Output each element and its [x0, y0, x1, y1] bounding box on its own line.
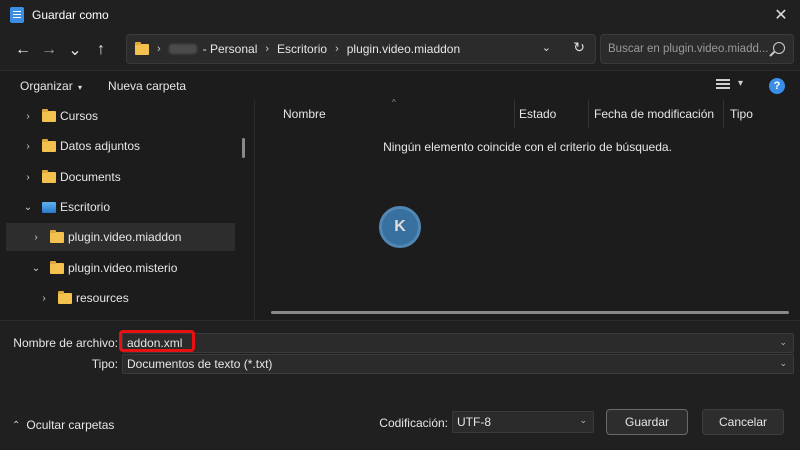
column-header-tipo[interactable]: Tipo	[724, 100, 800, 128]
save-button[interactable]: Guardar	[606, 409, 688, 435]
help-icon[interactable]: ?	[769, 78, 785, 94]
sidebar-item-escritorio[interactable]: ⌄ Escritorio	[20, 193, 110, 221]
hide-folders-label: Ocultar carpetas	[26, 418, 115, 432]
folder-icon	[42, 169, 56, 183]
folder-icon	[42, 138, 56, 152]
address-bar[interactable]: › - Personal › Escritorio › plugin.video…	[126, 34, 596, 64]
organize-label: Organizar	[20, 78, 73, 93]
breadcrumb-separator: ›	[157, 43, 161, 55]
view-options-icon[interactable]	[716, 79, 730, 91]
title-bar: Guardar como ✕	[0, 0, 800, 30]
chevron-down-icon[interactable]: ⌄	[779, 358, 787, 369]
type-label: Tipo:	[91, 357, 118, 371]
breadcrumb-escritorio[interactable]: Escritorio	[277, 42, 327, 56]
folder-icon	[50, 260, 64, 274]
chevron-down-icon[interactable]: ⌄	[579, 415, 587, 426]
watermark-letter: K	[394, 218, 406, 235]
sidebar-item-resources[interactable]: › resources	[36, 284, 129, 312]
forward-arrow-icon[interactable]: →	[36, 37, 62, 63]
folder-icon	[42, 108, 56, 122]
chevron-right-icon[interactable]: ›	[20, 172, 36, 183]
column-header-estado[interactable]: Estado	[513, 100, 589, 128]
encoding-label: Codificación:	[379, 416, 448, 430]
sidebar-scrollbar[interactable]	[242, 138, 245, 158]
search-icon[interactable]	[773, 42, 785, 54]
search-placeholder: Buscar en plugin.video.miadd...	[608, 43, 769, 55]
organize-button[interactable]: Organizar ▾	[14, 79, 88, 93]
recent-locations-icon[interactable]: ⌄	[62, 37, 88, 63]
type-value: Documentos de texto (*.txt)	[127, 357, 273, 371]
chevron-right-icon[interactable]: ›	[20, 111, 36, 122]
sidebar-item-label: plugin.video.miaddon	[68, 230, 182, 244]
window-title: Guardar como	[32, 8, 109, 22]
file-list: ^ Nombre Estado Fecha de modificación Ti…	[255, 98, 800, 320]
encoding-select[interactable]: UTF-8 ⌄	[452, 411, 594, 433]
breadcrumb-personal[interactable]: - Personal	[203, 42, 258, 56]
type-select[interactable]: Documentos de texto (*.txt) ⌄	[122, 354, 794, 374]
chevron-right-icon[interactable]: ›	[36, 293, 52, 304]
filename-input[interactable]: addon.xml ⌄	[122, 333, 794, 353]
navigation-pane: › Cursos › Datos adjuntos › Documents ⌄ …	[0, 100, 250, 320]
chevron-right-icon[interactable]: ›	[20, 141, 36, 152]
filename-label: Nombre de archivo:	[13, 336, 118, 350]
sidebar-item-cursos[interactable]: › Cursos	[20, 102, 98, 130]
horizontal-scrollbar[interactable]	[271, 311, 789, 314]
sidebar-item-label: Cursos	[60, 109, 99, 123]
sidebar-item-label: Datos adjuntos	[60, 139, 141, 153]
back-arrow-icon[interactable]: ←	[10, 37, 36, 63]
caret-down-icon: ▾	[78, 82, 83, 92]
sidebar-item-documents[interactable]: › Documents	[20, 163, 121, 191]
sidebar-item-label: resources	[76, 291, 129, 305]
sidebar-item-datos-adjuntos[interactable]: › Datos adjuntos	[20, 132, 140, 160]
new-folder-button[interactable]: Nueva carpeta	[102, 79, 192, 93]
search-input[interactable]: Buscar en plugin.video.miadd...	[600, 34, 794, 64]
sidebar-item-label: Documents	[60, 170, 121, 184]
caret-down-icon[interactable]: ▾	[738, 78, 743, 89]
sidebar-item-miaddon[interactable]: › plugin.video.miaddon	[6, 223, 235, 251]
chevron-down-icon[interactable]: ⌄	[20, 202, 36, 213]
watermark-logo: K	[379, 206, 421, 248]
chevron-down-icon[interactable]: ⌄	[779, 337, 787, 348]
folder-icon	[50, 229, 64, 243]
chevron-down-icon[interactable]: ⌄	[28, 263, 44, 274]
cancel-button[interactable]: Cancelar	[702, 409, 784, 435]
breadcrumb-miaddon[interactable]: plugin.video.miaddon	[347, 42, 460, 56]
sidebar-item-label: plugin.video.misterio	[68, 261, 178, 275]
chevron-down-icon[interactable]: ⌄	[542, 41, 551, 54]
column-header-fecha[interactable]: Fecha de modificación	[588, 100, 724, 128]
navigation-bar: ← → ⌄ ↑ › - Personal › Escritorio › plug…	[0, 30, 800, 70]
empty-message: Ningún elemento coincide con el criterio…	[383, 140, 672, 154]
redacted-username	[168, 44, 197, 54]
hide-folders-button[interactable]: ⌃ Ocultar carpetas	[12, 418, 114, 432]
filename-highlight-box	[119, 330, 195, 352]
up-arrow-icon[interactable]: ↑	[88, 37, 114, 63]
chevron-up-icon: ⌃	[12, 419, 21, 431]
breadcrumb-separator: ›	[265, 43, 270, 55]
notepad-icon	[10, 7, 24, 23]
chevron-right-icon[interactable]: ›	[28, 232, 44, 243]
command-bar: Organizar ▾ Nueva carpeta ▾ ?	[0, 70, 800, 100]
refresh-icon[interactable]: ↻	[573, 39, 585, 56]
sidebar-item-label: Escritorio	[60, 200, 111, 214]
folder-icon	[58, 290, 72, 304]
desktop-folder-icon	[42, 201, 56, 213]
close-icon[interactable]: ✕	[770, 4, 792, 26]
folder-icon	[135, 41, 149, 55]
encoding-value: UTF-8	[457, 415, 491, 429]
breadcrumb-separator: ›	[335, 43, 339, 55]
sidebar-item-misterio[interactable]: ⌄ plugin.video.misterio	[28, 254, 177, 282]
column-header-nombre[interactable]: Nombre	[277, 100, 515, 128]
